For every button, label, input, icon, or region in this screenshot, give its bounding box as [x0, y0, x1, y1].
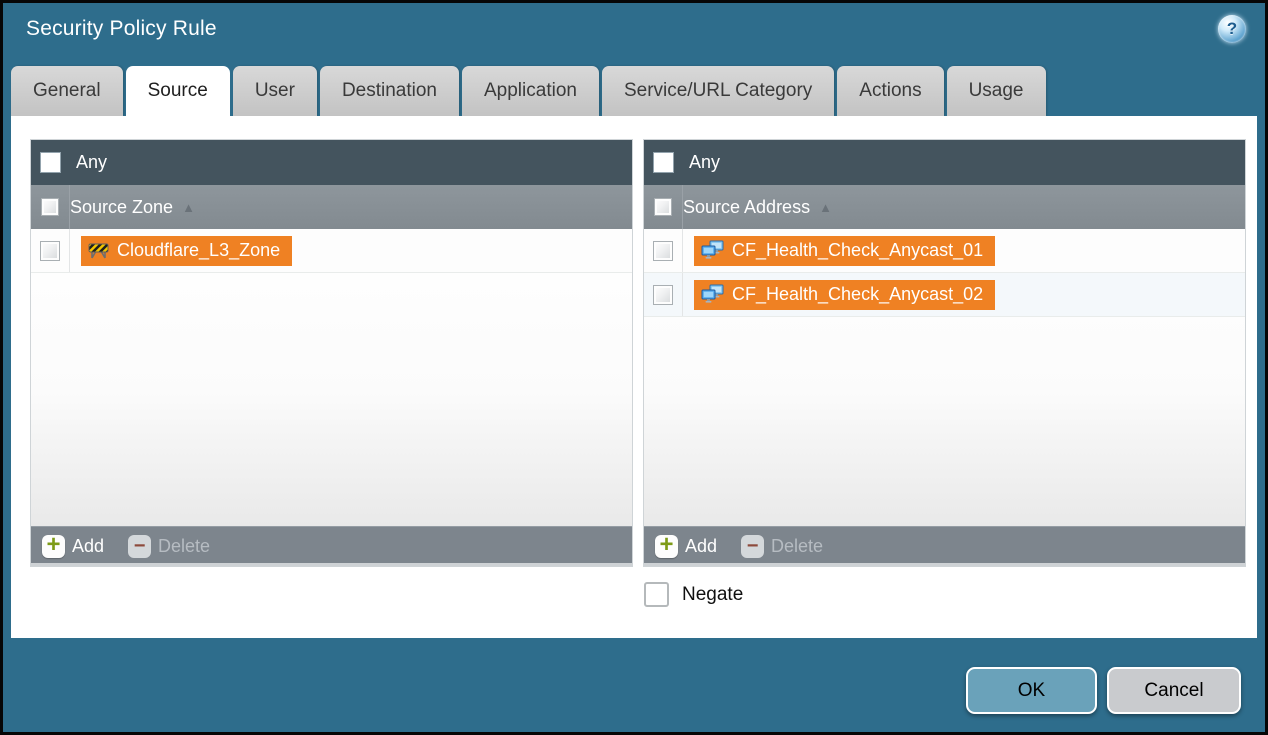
table-row[interactable]: Cloudflare_L3_Zone	[31, 229, 632, 273]
zone-barrier-icon	[88, 241, 109, 259]
source-address-panel: Any Source Address	[643, 139, 1246, 567]
source-address-column-title: Source Address	[683, 197, 810, 218]
source-zone-entry-label: Cloudflare_L3_Zone	[117, 240, 280, 261]
plus-icon[interactable]	[655, 535, 678, 558]
tab-source[interactable]: Source	[126, 66, 230, 116]
select-all-cell	[31, 185, 70, 229]
source-address-select-all-checkbox[interactable]	[654, 198, 672, 216]
tab-usage[interactable]: Usage	[947, 66, 1046, 116]
negate-label: Negate	[682, 584, 743, 606]
help-icon[interactable]	[1218, 15, 1246, 43]
source-zone-column-title: Source Zone	[70, 197, 173, 218]
source-zone-footer: Add Delete	[31, 526, 632, 566]
minus-icon[interactable]	[128, 535, 151, 558]
source-zone-any-label: Any	[76, 152, 107, 173]
table-row[interactable]: CF_Health_Check_Anycast_02	[644, 273, 1245, 317]
address-group-icon	[701, 284, 724, 304]
negate-checkbox[interactable]	[644, 582, 669, 607]
row-checkbox-cell	[31, 229, 70, 272]
sort-ascending-icon[interactable]	[819, 200, 832, 215]
plus-icon[interactable]	[42, 535, 65, 558]
tab-destination[interactable]: Destination	[320, 66, 459, 116]
table-row[interactable]: CF_Health_Check_Anycast_01	[644, 229, 1245, 273]
source-address-row-checkbox[interactable]	[653, 285, 673, 305]
tab-bar: General Source User Destination Applicat…	[11, 66, 1046, 116]
source-address-entry[interactable]: CF_Health_Check_Anycast_02	[694, 280, 995, 310]
add-button[interactable]: Add	[685, 536, 717, 557]
source-zone-select-all-checkbox[interactable]	[41, 198, 59, 216]
source-zone-panel: Any Source Zone	[30, 139, 633, 567]
source-zone-column-header[interactable]: Source Zone	[31, 185, 632, 229]
source-address-any-header: Any	[644, 140, 1245, 185]
tab-application[interactable]: Application	[462, 66, 599, 116]
source-address-row-checkbox[interactable]	[653, 241, 673, 261]
add-button[interactable]: Add	[72, 536, 104, 557]
source-address-rows: CF_Health_Check_Anycast_01	[644, 229, 1245, 526]
source-address-any-label: Any	[689, 152, 720, 173]
dialog-title: Security Policy Rule	[26, 17, 217, 41]
source-tab-content: Any Source Zone	[11, 116, 1257, 638]
source-zone-any-checkbox[interactable]	[40, 152, 61, 173]
minus-icon[interactable]	[741, 535, 764, 558]
address-group-icon	[701, 240, 724, 260]
select-all-cell	[644, 185, 683, 229]
tab-actions[interactable]: Actions	[837, 66, 943, 116]
row-checkbox-cell	[644, 229, 683, 272]
source-address-entry-label: CF_Health_Check_Anycast_01	[732, 240, 983, 261]
source-zone-entry[interactable]: Cloudflare_L3_Zone	[81, 236, 292, 266]
delete-button[interactable]: Delete	[158, 536, 210, 557]
tab-user[interactable]: User	[233, 66, 317, 116]
cancel-button[interactable]: Cancel	[1107, 667, 1241, 714]
source-zone-rows: Cloudflare_L3_Zone	[31, 229, 632, 526]
source-address-footer: Add Delete	[644, 526, 1245, 566]
source-address-column-header[interactable]: Source Address	[644, 185, 1245, 229]
tab-general[interactable]: General	[11, 66, 123, 116]
source-zone-row-checkbox[interactable]	[40, 241, 60, 261]
security-policy-rule-dialog: Security Policy Rule General Source User…	[0, 0, 1268, 735]
ok-button[interactable]: OK	[966, 667, 1097, 714]
delete-button[interactable]: Delete	[771, 536, 823, 557]
row-checkbox-cell	[644, 273, 683, 316]
source-address-any-checkbox[interactable]	[653, 152, 674, 173]
source-address-entry-label: CF_Health_Check_Anycast_02	[732, 284, 983, 305]
source-zone-any-header: Any	[31, 140, 632, 185]
source-address-entry[interactable]: CF_Health_Check_Anycast_01	[694, 236, 995, 266]
tab-service-url-category[interactable]: Service/URL Category	[602, 66, 834, 116]
negate-control: Negate	[644, 582, 743, 607]
sort-ascending-icon[interactable]	[182, 200, 195, 215]
